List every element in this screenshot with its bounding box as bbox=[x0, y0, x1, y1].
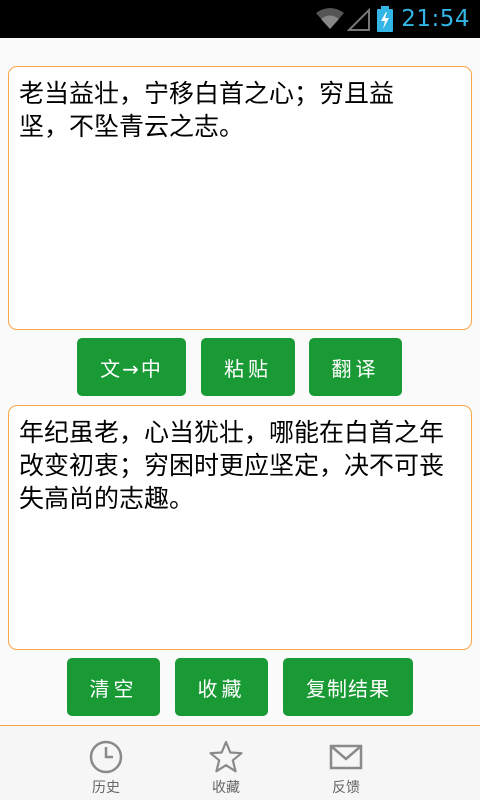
translate-button[interactable]: 翻译 bbox=[309, 338, 402, 396]
nav-label-history: 历史 bbox=[92, 780, 120, 796]
clear-button[interactable]: 清空 bbox=[67, 658, 160, 716]
translate-mode-button[interactable]: 文→中 bbox=[77, 338, 186, 396]
paste-button[interactable]: 粘贴 bbox=[201, 338, 295, 396]
nav-label-favorites: 收藏 bbox=[212, 780, 240, 796]
result-text: 年纪虽老，心当犹壮，哪能在白首之年改变初衷；穷困时更应坚定，决不可丧失高尚的志趣… bbox=[19, 418, 445, 513]
star-icon bbox=[209, 740, 243, 773]
nav-item-feedback[interactable]: 反馈 bbox=[286, 726, 406, 800]
source-text-input[interactable]: 老当益壮，宁移白首之心；穷且益坚，不坠青云之志。 bbox=[8, 66, 472, 330]
result-text-output[interactable]: 年纪虽老，心当犹壮，哪能在白首之年改变初衷；穷困时更应坚定，决不可丧失高尚的志趣… bbox=[8, 405, 472, 650]
source-text: 老当益壮，宁移白首之心；穷且益坚，不坠青云之志。 bbox=[19, 79, 395, 141]
battery-charging-icon bbox=[377, 6, 394, 32]
clock-icon bbox=[89, 740, 123, 774]
main-content: 老当益壮，宁移白首之心；穷且益坚，不坠青云之志。 文→中 粘贴 翻译 年纪虽老，… bbox=[0, 38, 480, 726]
nav-item-favorites[interactable]: 收藏 bbox=[166, 726, 286, 800]
nav-item-history[interactable]: 历史 bbox=[46, 726, 166, 800]
signal-icon bbox=[347, 7, 371, 31]
favorite-button[interactable]: 收藏 bbox=[175, 658, 268, 716]
nav-label-feedback: 反馈 bbox=[332, 780, 360, 796]
wifi-icon bbox=[316, 8, 345, 29]
envelope-icon bbox=[329, 744, 363, 770]
bottom-nav: 历史 收藏 反馈 bbox=[0, 726, 480, 800]
status-icons: 21:54 bbox=[313, 0, 470, 38]
status-bar: 21:54 bbox=[0, 0, 480, 38]
status-time: 21:54 bbox=[401, 6, 470, 32]
copy-result-button[interactable]: 复制结果 bbox=[283, 658, 413, 716]
